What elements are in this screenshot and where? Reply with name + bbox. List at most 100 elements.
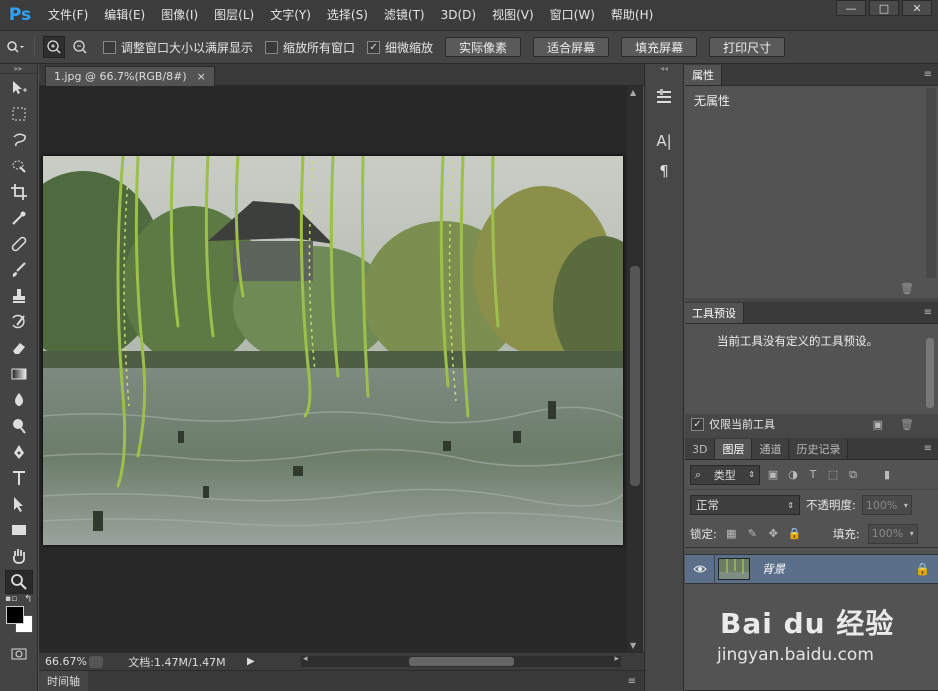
properties-panel-icon[interactable] [650, 84, 678, 110]
tab-layers[interactable]: 图层 [715, 439, 753, 459]
current-tool-only-checkbox[interactable]: ✓ [691, 417, 704, 431]
lasso-tool-icon[interactable] [5, 128, 33, 152]
tab-properties[interactable]: 属性 [685, 65, 722, 85]
zoom-tool-preset-icon[interactable] [4, 36, 26, 58]
filter-adjustment-icon[interactable]: ◑ [786, 468, 800, 482]
gradient-tool-icon[interactable] [5, 362, 33, 386]
menu-edit[interactable]: 编辑(E) [96, 0, 153, 30]
timeline-tab[interactable]: 时间轴 [39, 670, 88, 691]
zoom-out-icon[interactable] [69, 36, 91, 58]
tool-presets-menu-icon[interactable]: ≡ [924, 307, 932, 318]
layer-filter-select[interactable]: ⌕ 类型 ⇕ [690, 464, 760, 485]
panel-menu-icon[interactable]: ≡ [628, 676, 636, 687]
type-tool-icon[interactable] [5, 466, 33, 490]
eraser-tool-icon[interactable] [5, 336, 33, 360]
layer-name[interactable]: 背景 [762, 561, 785, 577]
chevron-down-icon[interactable]: ▾ [910, 529, 914, 538]
lock-all-icon[interactable]: 🔒 [788, 527, 802, 540]
zoom-all-windows-checkbox[interactable] [265, 40, 279, 54]
move-tool-icon[interactable] [5, 76, 33, 100]
properties-menu-icon[interactable]: ≡ [924, 69, 932, 80]
swap-colors-icon[interactable]: ↰ [24, 594, 32, 605]
delete-preset-icon[interactable]: 🗑 [900, 418, 914, 431]
filter-smart-object-icon[interactable]: ⧉ [846, 468, 860, 482]
zoom-level[interactable]: 66.67% [39, 655, 87, 668]
layer-row[interactable]: 背景 🔒 [685, 554, 938, 584]
menu-view[interactable]: 视图(V) [484, 0, 542, 30]
horizontal-scroll-thumb[interactable] [409, 657, 514, 666]
close-tab-icon[interactable]: × [197, 70, 206, 83]
scroll-left-icon[interactable]: ◂ [303, 654, 308, 664]
zoom-tool-icon[interactable] [5, 570, 33, 594]
menu-type[interactable]: 文字(Y) [262, 0, 319, 30]
zoom-in-icon[interactable] [43, 36, 65, 58]
tab-history[interactable]: 历史记录 [789, 439, 849, 459]
menu-file[interactable]: 文件(F) [40, 0, 96, 30]
layers-menu-icon[interactable]: ≡ [924, 443, 932, 454]
actual-pixels-button[interactable]: 实际像素 [445, 37, 522, 57]
menu-window[interactable]: 窗口(W) [542, 0, 603, 30]
dodge-tool-icon[interactable] [5, 414, 33, 438]
resize-windows-option[interactable]: 调整窗口大小以满屏显示 [103, 39, 253, 56]
lock-transparent-icon[interactable]: ▦ [725, 527, 738, 540]
toolbar-grip[interactable]: ▸▸ [0, 64, 37, 74]
scrubby-zoom-checkbox[interactable]: ✓ [367, 40, 381, 54]
scroll-down-icon[interactable]: ▼ [630, 641, 636, 650]
new-preset-icon[interactable]: ▣ [873, 418, 883, 431]
eyedropper-tool-icon[interactable] [5, 206, 33, 230]
path-selection-tool-icon[interactable] [5, 492, 33, 516]
fill-screen-button[interactable]: 填充屏幕 [621, 37, 698, 57]
default-colors-icon[interactable]: ▪▫ [5, 594, 17, 604]
scroll-right-icon[interactable]: ▸ [614, 654, 619, 664]
fill-field[interactable]: 100% ▾ [867, 523, 918, 544]
document-tab[interactable]: 1.jpg @ 66.7%(RGB/8#) × [45, 66, 215, 86]
tool-presets-scrollbar[interactable] [926, 338, 934, 408]
trash-icon[interactable]: 🗑 [900, 282, 914, 295]
tab-3d[interactable]: 3D [685, 439, 716, 459]
brush-tool-icon[interactable] [5, 258, 33, 282]
menu-select[interactable]: 选择(S) [319, 0, 376, 30]
marquee-tool-icon[interactable] [5, 102, 33, 126]
minimize-button[interactable]: — [836, 0, 866, 16]
menu-3d[interactable]: 3D(D) [433, 0, 484, 30]
vertical-scroll-thumb[interactable] [630, 266, 640, 486]
status-menu-arrow-icon[interactable]: ▶ [247, 656, 255, 667]
print-size-button[interactable]: 打印尺寸 [709, 37, 786, 57]
tab-tool-presets[interactable]: 工具预设 [685, 303, 744, 323]
lock-pixels-icon[interactable]: ✎ [746, 527, 759, 540]
properties-scrollbar[interactable] [926, 88, 936, 278]
scroll-up-icon[interactable]: ▲ [630, 88, 636, 97]
quick-mask-icon[interactable] [5, 642, 33, 666]
menu-layer[interactable]: 图层(L) [206, 0, 262, 30]
visibility-eye-icon[interactable] [685, 554, 715, 584]
resize-windows-checkbox[interactable] [103, 40, 116, 54]
opacity-field[interactable]: 100% ▾ [861, 495, 912, 515]
rectangle-tool-icon[interactable] [5, 518, 33, 542]
blur-tool-icon[interactable] [5, 388, 33, 412]
paragraph-panel-icon[interactable]: ¶ [650, 158, 678, 184]
fit-screen-button[interactable]: 适合屏幕 [533, 37, 610, 57]
tab-channels[interactable]: 通道 [752, 439, 790, 459]
collapse-grip[interactable]: ◂◂ [645, 64, 683, 74]
horizontal-scrollbar[interactable]: ◂ ▸ [301, 654, 621, 667]
foreground-color-swatch[interactable] [6, 606, 24, 624]
pen-tool-icon[interactable] [5, 440, 33, 464]
hand-tool-icon[interactable] [5, 544, 33, 568]
crop-tool-icon[interactable] [5, 180, 33, 204]
scrubby-zoom-option[interactable]: ✓ 细微缩放 [367, 39, 433, 56]
healing-brush-tool-icon[interactable] [5, 232, 33, 256]
clone-stamp-tool-icon[interactable] [5, 284, 33, 308]
menu-filter[interactable]: 滤镜(T) [376, 0, 433, 30]
document-image[interactable] [43, 156, 623, 545]
filter-type-icon[interactable]: T [806, 468, 820, 482]
filter-pixel-icon[interactable]: ▣ [766, 468, 780, 482]
close-button[interactable]: ✕ [902, 0, 932, 16]
vertical-scrollbar[interactable]: ▲ ▼ [627, 86, 643, 652]
history-brush-tool-icon[interactable] [5, 310, 33, 334]
filter-shape-icon[interactable]: ⬚ [826, 468, 840, 482]
menu-help[interactable]: 帮助(H) [603, 0, 661, 30]
share-icon[interactable] [89, 655, 103, 668]
maximize-button[interactable]: □ [869, 0, 899, 16]
lock-position-icon[interactable]: ✥ [767, 527, 780, 540]
filter-toggle-icon[interactable]: ▮ [880, 468, 894, 482]
